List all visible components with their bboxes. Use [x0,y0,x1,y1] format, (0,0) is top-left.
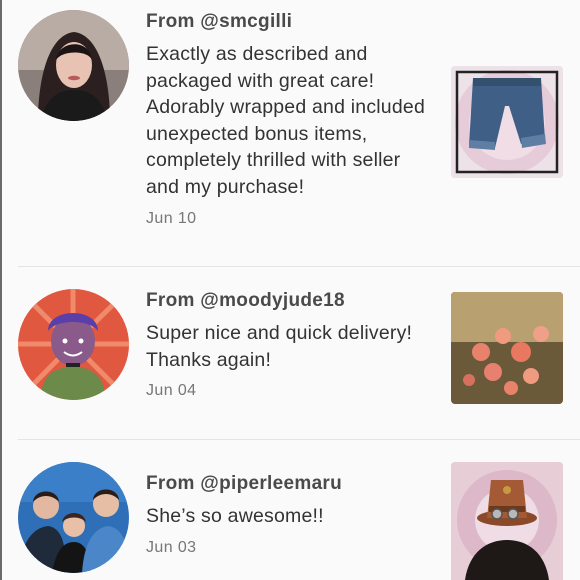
review-date: Jun 04 [146,382,197,400]
cartoon-avatar-icon [18,289,129,400]
review-text-block: From @smcgilli Exactly as described and … [146,11,431,228]
review-text-block: From @moodyjude18 Super nice and quick d… [146,290,431,400]
reviewer-avatar[interactable] [18,289,129,400]
review-text: Exactly as described and packaged with g… [146,43,425,198]
reviewer-username[interactable]: From @piperleemaru [146,473,431,495]
divider [18,266,580,267]
review-date: Jun 10 [146,209,197,227]
reviewer-avatar[interactable] [18,462,129,573]
reviewer-username[interactable]: From @moodyjude18 [146,290,431,312]
divider [18,439,580,440]
review-text-block: From @piperleemaru She’s so awesome!! Ju… [146,473,431,557]
review-date: Jun 03 [146,538,197,556]
left-edge-border [0,0,2,580]
listing-thumbnail[interactable] [451,292,563,404]
listing-thumbnail[interactable] [451,462,563,580]
reviewer-username[interactable]: From @smcgilli [146,11,431,33]
cropped-jeans-photo-icon [451,66,563,178]
review-text: Super nice and quick delivery! Thanks ag… [146,322,413,371]
user-photo-icon [18,10,129,121]
reviewer-avatar[interactable] [18,10,129,121]
listing-thumbnail[interactable] [451,66,563,178]
group-photo-icon [18,462,129,573]
flowers-photo-icon [451,292,563,404]
steampunk-hat-photo-icon [451,462,563,580]
review-text: She’s so awesome!! [146,505,324,527]
